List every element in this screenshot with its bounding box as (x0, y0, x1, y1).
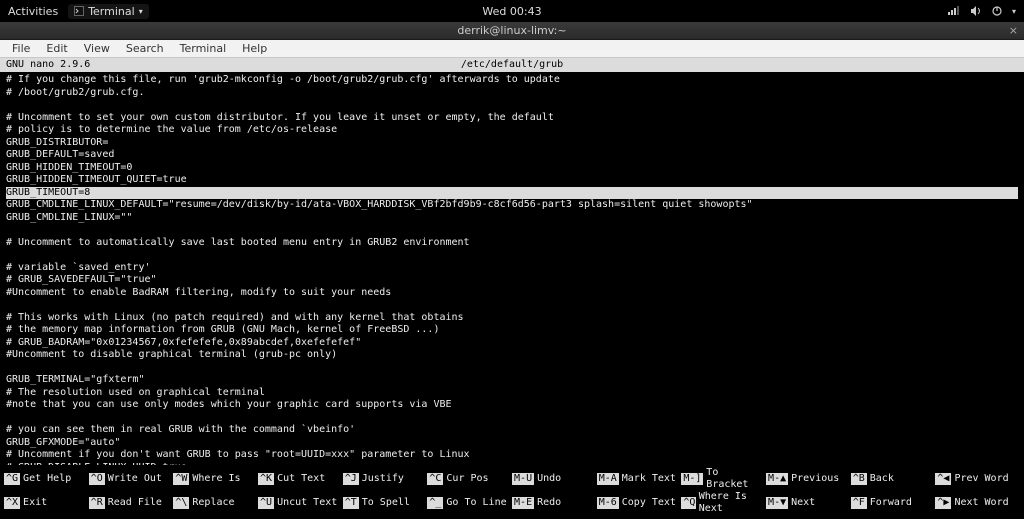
shortcut-label: Previous (791, 473, 839, 485)
shortcut-key: ^T (343, 497, 359, 509)
nano-shortcut: ^JJustify (343, 467, 428, 491)
nano-shortcut: ^GGet Help (4, 467, 89, 491)
nano-shortcut: M-▲Previous (766, 467, 851, 491)
terminal-icon (74, 6, 84, 16)
shortcut-label: To Spell (362, 497, 410, 509)
clock[interactable]: Wed 00:43 (482, 5, 541, 18)
window-title: derrik@linux-limv:~ (457, 24, 566, 37)
shortcut-key: ^F (851, 497, 867, 509)
nano-shortcut: ^RRead File (89, 491, 174, 515)
shortcut-key: ^U (258, 497, 274, 509)
shortcut-key: ^X (4, 497, 20, 509)
nano-shortcut: M-▼Next (766, 491, 851, 515)
close-icon[interactable]: × (1009, 24, 1018, 37)
nano-header: GNU nano 2.9.6 /etc/default/grub (0, 58, 1024, 72)
shortcut-label: Where Is Next (699, 491, 766, 515)
menu-view[interactable]: View (76, 41, 118, 56)
shortcut-key: M-E (512, 497, 534, 509)
power-icon[interactable] (992, 6, 1002, 16)
app-menu[interactable]: Terminal ▾ (68, 4, 149, 19)
shortcut-key: ^G (4, 473, 20, 485)
chevron-down-icon: ▾ (1012, 7, 1016, 16)
nano-shortcut: ^OWrite Out (89, 467, 174, 491)
nano-shortcut: ^BBack (851, 467, 936, 491)
volume-icon[interactable] (970, 6, 982, 16)
shortcut-label: Redo (537, 497, 561, 509)
shortcut-label: Justify (362, 473, 404, 485)
shortcut-label: Uncut Text (277, 497, 337, 509)
shortcut-label: Next (791, 497, 815, 509)
shortcut-key: ^_ (427, 497, 443, 509)
nano-shortcut: ^FForward (851, 491, 936, 515)
shortcut-key: ^R (89, 497, 105, 509)
shortcut-key: ^Q (681, 497, 695, 509)
shortcut-label: Mark Text (622, 473, 676, 485)
shortcut-label: Cut Text (277, 473, 325, 485)
shortcut-key: ^C (427, 473, 443, 485)
menu-edit[interactable]: Edit (38, 41, 75, 56)
nano-shortcut: M-UUndo (512, 467, 597, 491)
nano-shortcut: M-]To Bracket (681, 467, 766, 491)
nano-shortcut: ^XExit (4, 491, 89, 515)
shortcut-key: ^◀ (935, 473, 951, 485)
nano-shortcut: ^WWhere Is (173, 467, 258, 491)
menu-help[interactable]: Help (234, 41, 275, 56)
chevron-down-icon: ▾ (139, 7, 143, 16)
shortcut-label: Where Is (192, 473, 240, 485)
shortcut-key: M-] (681, 473, 703, 485)
shortcut-label: Read File (108, 497, 162, 509)
shortcut-label: Prev Word (954, 473, 1008, 485)
nano-shortcut: M-ERedo (512, 491, 597, 515)
shortcut-key: ^B (851, 473, 867, 485)
network-icon[interactable] (948, 6, 960, 16)
shortcut-label: Copy Text (622, 497, 676, 509)
shortcut-key: ^J (343, 473, 359, 485)
menu-search[interactable]: Search (118, 41, 172, 56)
nano-shortcut: ^_Go To Line (427, 491, 512, 515)
shortcut-label: To Bracket (706, 467, 766, 491)
shortcut-label: Go To Line (446, 497, 506, 509)
shortcut-label: Cur Pos (446, 473, 488, 485)
shortcut-key: M-▲ (766, 473, 788, 485)
shortcut-label: Get Help (23, 473, 71, 485)
terminal-menubar: File Edit View Search Terminal Help (0, 40, 1024, 58)
nano-shortcut: ^CCur Pos (427, 467, 512, 491)
shortcut-label: Forward (870, 497, 912, 509)
shortcut-key: ^O (89, 473, 105, 485)
shortcut-label: Exit (23, 497, 47, 509)
shortcut-key: ^▶ (935, 497, 951, 509)
shortcut-label: Write Out (108, 473, 162, 485)
shortcut-key: M-A (597, 473, 619, 485)
nano-shortcut: ^UUncut Text (258, 491, 343, 515)
menu-terminal[interactable]: Terminal (172, 41, 235, 56)
nano-shortcut: ^TTo Spell (343, 491, 428, 515)
nano-shortcut: ^▶Next Word (935, 491, 1020, 515)
menu-file[interactable]: File (4, 41, 38, 56)
nano-shortcut: M-AMark Text (597, 467, 682, 491)
nano-shortcut: ^Q Where Is Next (681, 491, 766, 515)
nano-shortcut: M-6Copy Text (597, 491, 682, 515)
gnome-topbar: Activities Terminal ▾ Wed 00:43 ▾ (0, 0, 1024, 22)
shortcut-key: ^\ (173, 497, 189, 509)
shortcut-key: M-6 (597, 497, 619, 509)
terminal-window: derrik@linux-limv:~ × File Edit View Sea… (0, 22, 1024, 519)
app-menu-label: Terminal (88, 5, 135, 18)
window-titlebar: derrik@linux-limv:~ × (0, 22, 1024, 40)
editor-area[interactable]: # If you change this file, run 'grub2-mk… (0, 72, 1024, 465)
nano-shortcut: ^KCut Text (258, 467, 343, 491)
shortcut-key: M-▼ (766, 497, 788, 509)
shortcut-label: Next Word (954, 497, 1008, 509)
activities-button[interactable]: Activities (8, 5, 58, 18)
shortcut-key: M-U (512, 473, 534, 485)
shortcut-label: Back (870, 473, 894, 485)
nano-version: GNU nano 2.9.6 (6, 58, 90, 72)
nano-shortcuts: ^GGet Help^OWrite Out^WWhere Is^KCut Tex… (0, 465, 1024, 519)
nano-shortcut: ^\Replace (173, 491, 258, 515)
nano-filename: /etc/default/grub (461, 58, 563, 72)
shortcut-label: Replace (192, 497, 234, 509)
shortcut-key: ^K (258, 473, 274, 485)
nano-shortcut: ^◀Prev Word (935, 467, 1020, 491)
shortcut-label: Undo (537, 473, 561, 485)
shortcut-key: ^W (173, 473, 189, 485)
